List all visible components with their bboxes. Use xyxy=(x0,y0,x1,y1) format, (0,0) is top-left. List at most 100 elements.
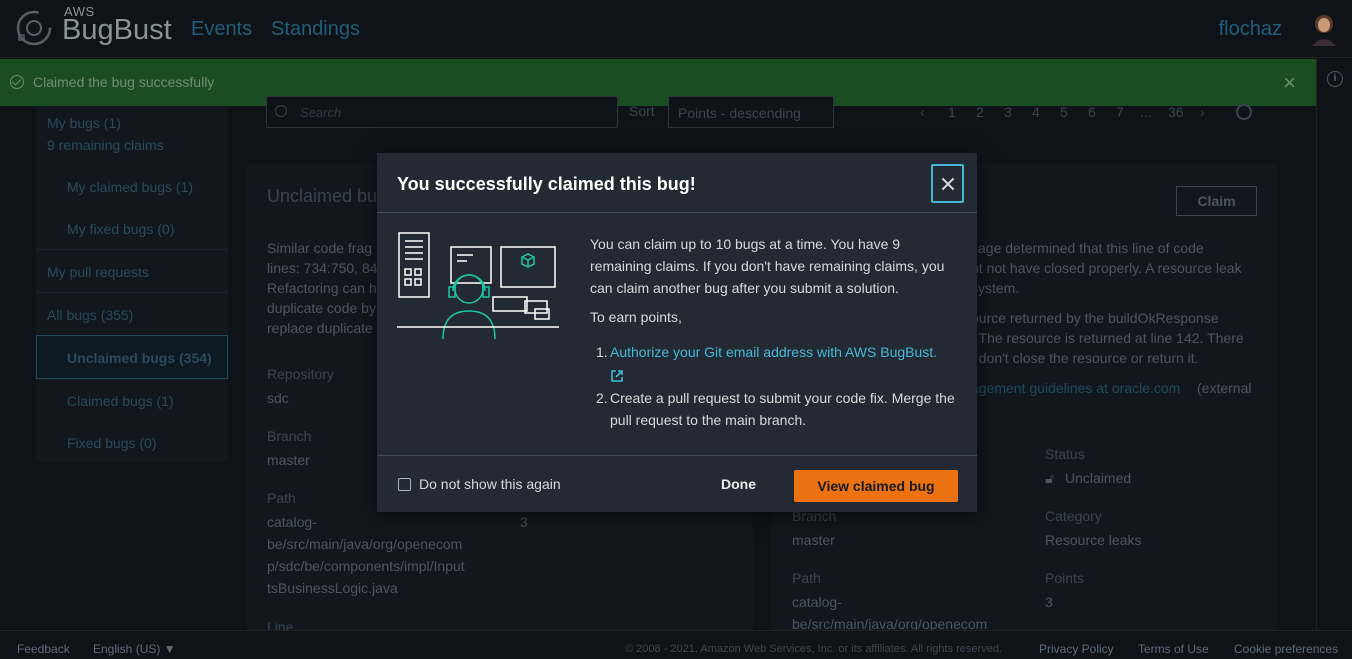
sidebar-remaining-claims: 9 remaining claims xyxy=(47,137,164,153)
logo-bugbust-text[interactable]: BugBust xyxy=(62,14,172,47)
step-number: 2. xyxy=(596,390,608,406)
category-value: Resource leaks xyxy=(1045,532,1142,548)
footer-copyright: © 2008 - 2021, Amazon Web Services, Inc.… xyxy=(625,643,1002,655)
bugbust-logo-icon[interactable] xyxy=(14,8,54,48)
flash-success-bar: Claimed the bug successfully × xyxy=(0,59,1316,106)
page-5[interactable]: 5 xyxy=(1060,104,1068,120)
step-number: 1. xyxy=(596,344,608,360)
modal-footer: Do not show this again Done View claimed… xyxy=(377,455,977,512)
tools-rail: i xyxy=(1316,59,1352,630)
card-desc-line: ource returned by the buildOkResponse xyxy=(971,310,1219,326)
card-desc-line: lines: 734:750, 84 xyxy=(267,260,378,276)
sort-select[interactable]: Points - descending xyxy=(668,96,834,128)
path-line: catalog- xyxy=(792,594,842,610)
modal-header: You successfully claimed this bug! xyxy=(377,153,977,213)
sidebar-item-my-bugs[interactable]: My bugs (1) xyxy=(47,115,121,131)
guidelines-link[interactable]: agement guidelines at oracle.com xyxy=(971,377,1180,399)
step-1: 1. Authorize your Git email address with… xyxy=(596,341,956,385)
path-label: Path xyxy=(792,570,821,586)
card-desc-line: Refactoring can h xyxy=(267,280,377,296)
authorize-git-email-link[interactable]: Authorize your Git email address with AW… xyxy=(610,341,956,363)
category-label: Category xyxy=(1045,508,1102,524)
status-label: Status xyxy=(1045,446,1085,462)
footer: Feedback English (US) ▼ © 2008 - 2021, A… xyxy=(0,630,1352,659)
flash-message: Claimed the bug successfully xyxy=(33,74,215,90)
success-check-icon xyxy=(10,75,24,89)
modal-close-icon[interactable] xyxy=(931,164,964,203)
claim-success-modal: You successfully claimed this bug! You c… xyxy=(377,153,977,512)
card-desc-line: . The resource is returned at line 142. … xyxy=(971,330,1244,346)
external-note: (external xyxy=(1197,380,1252,396)
modal-title: You successfully claimed this bug! xyxy=(397,174,696,194)
footer-privacy-link[interactable]: Privacy Policy xyxy=(1039,642,1114,656)
info-icon[interactable]: i xyxy=(1327,71,1343,87)
sidebar: My bugs (1) 9 remaining claims My claime… xyxy=(36,106,228,462)
sidebar-item-all-bugs[interactable]: All bugs (355) xyxy=(47,307,133,323)
path-line: tsBusinessLogic.java xyxy=(267,580,398,596)
sort-label: Sort xyxy=(629,103,655,119)
username-link[interactable]: flochaz xyxy=(1219,18,1282,41)
nav-standings-link[interactable]: Standings xyxy=(271,18,360,41)
path-line: catalog- xyxy=(267,514,317,530)
sidebar-item-fixed-bugs[interactable]: Fixed bugs (0) xyxy=(67,435,156,451)
avatar[interactable] xyxy=(1308,10,1340,46)
done-button[interactable]: Done xyxy=(721,476,756,492)
points-value: 3 xyxy=(520,514,528,530)
path-line: be/src/main/java/org/openecom xyxy=(267,536,463,552)
path-line: p/sdc/be/components/impl/Input xyxy=(267,558,465,574)
page-2[interactable]: 2 xyxy=(976,104,984,120)
sidebar-item-claimed-bugs[interactable]: Claimed bugs (1) xyxy=(67,393,174,409)
page-4[interactable]: 4 xyxy=(1032,104,1040,120)
pager-prev-icon[interactable]: ‹ xyxy=(920,104,925,120)
card-desc-line: cage determined that this line of code xyxy=(971,240,1204,256)
top-navigation: AWS BugBust Events Standings flochaz xyxy=(0,0,1352,58)
do-not-show-label[interactable]: Do not show this again xyxy=(419,476,561,492)
lock-icon: 🔓︎ xyxy=(1045,470,1055,486)
footer-cookies-link[interactable]: Cookie preferences xyxy=(1234,642,1338,656)
search-input[interactable]: Search xyxy=(266,96,618,128)
pager-next-icon[interactable]: › xyxy=(1200,104,1205,120)
sidebar-item-unclaimed-bugs[interactable]: Unclaimed bugs (354) xyxy=(67,350,212,366)
card-desc-line: system. xyxy=(971,280,1020,296)
points-label: Points xyxy=(1045,570,1084,586)
footer-feedback-link[interactable]: Feedback xyxy=(17,642,70,656)
page-1[interactable]: 1 xyxy=(948,104,956,120)
page-3[interactable]: 3 xyxy=(1004,104,1012,120)
search-icon xyxy=(275,105,287,117)
sidebar-item-my-fixed-bugs[interactable]: My fixed bugs (0) xyxy=(67,221,174,237)
branch-label: Branch xyxy=(267,428,312,444)
modal-body-text: You can claim up to 10 bugs at a time. Y… xyxy=(590,236,945,296)
sidebar-divider xyxy=(36,249,228,250)
step-2: 2. Create a pull request to submit your … xyxy=(596,387,956,431)
flash-close-icon[interactable]: × xyxy=(1283,70,1296,96)
step-2-text: Create a pull request to submit your cod… xyxy=(610,390,955,428)
sidebar-divider xyxy=(36,292,228,293)
nav-events-link[interactable]: Events xyxy=(191,18,252,41)
repository-value: sdc xyxy=(267,390,289,406)
claim-button[interactable]: Claim xyxy=(1176,186,1257,216)
developer-illustration-icon xyxy=(397,232,559,340)
card-desc-line: replace duplicate xyxy=(267,320,373,336)
external-link-icon[interactable] xyxy=(610,369,624,383)
branch-value: master xyxy=(792,532,835,548)
gear-icon[interactable] xyxy=(1236,104,1252,120)
view-claimed-bug-button[interactable]: View claimed bug xyxy=(794,470,958,502)
page-ellipsis: ... xyxy=(1140,104,1152,120)
earn-points-text: To earn points, xyxy=(590,309,682,325)
sidebar-item-my-claimed-bugs[interactable]: My claimed bugs (1) xyxy=(67,179,193,195)
repository-label: Repository xyxy=(267,366,334,382)
sidebar-item-my-pull-requests[interactable]: My pull requests xyxy=(47,264,149,280)
page-7[interactable]: 7 xyxy=(1116,104,1124,120)
do-not-show-checkbox[interactable] xyxy=(398,478,411,491)
card-desc-line: nt not have closed properly. A resource … xyxy=(971,260,1242,276)
path-label: Path xyxy=(267,490,296,506)
card-desc-line: t don't close the resource or return it. xyxy=(971,350,1199,366)
page-36[interactable]: 36 xyxy=(1168,104,1184,120)
search-placeholder: Search xyxy=(300,105,342,120)
footer-terms-link[interactable]: Terms of Use xyxy=(1138,642,1209,656)
card-title: Unclaimed bu xyxy=(267,186,378,206)
page-6[interactable]: 6 xyxy=(1088,104,1096,120)
branch-value: master xyxy=(267,452,310,468)
points-value: 3 xyxy=(1045,594,1053,610)
footer-language-select[interactable]: English (US) ▼ xyxy=(93,642,176,656)
